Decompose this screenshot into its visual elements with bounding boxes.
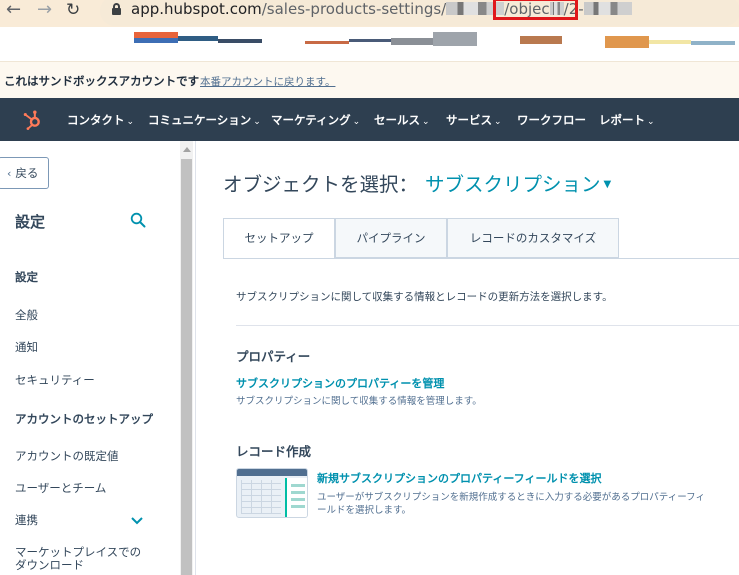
record-creation-description-line2: ールドを選択します。 — [317, 505, 412, 516]
tab-setup[interactable]: セットアップ — [223, 218, 335, 259]
manage-properties-link[interactable]: サブスクリプションのプロパティーを管理 — [236, 375, 444, 391]
return-to-production-link[interactable]: 本番アカウントに戻ります。 — [200, 74, 335, 89]
record-form-thumbnail — [236, 468, 308, 518]
sandbox-text: これはサンドボックスアカウントです — [4, 74, 200, 88]
bookmark-redacted[interactable] — [691, 41, 735, 45]
nav-label: コンタクト — [67, 113, 125, 127]
forward-arrow-icon[interactable]: → — [37, 1, 52, 19]
nav-contacts[interactable]: コンタクト ⌄ — [67, 112, 134, 128]
nav-label: ワークフロー — [517, 113, 586, 127]
sidebar-item-integrations[interactable]: 連携 — [15, 512, 38, 528]
browser-toolbar: ← → ↻ app.hubspot.com/sales-products-set… — [0, 0, 739, 27]
bookmark-redacted[interactable] — [134, 38, 178, 43]
bookmark-redacted[interactable] — [649, 40, 691, 44]
chevron-down-icon: ⌄ — [253, 117, 261, 127]
record-creation-description-line1: ユーザーがサブスクリプションを新規作成するときに入力する必要があるプロパティーフ… — [317, 492, 705, 503]
bookmark-redacted[interactable] — [349, 39, 391, 42]
back-arrow-icon[interactable]: ← — [6, 1, 21, 19]
sidebar-scrollbar[interactable] — [180, 141, 193, 575]
sandbox-banner: これはサンドボックスアカウントです 本番アカウントに戻ります。 — [0, 61, 739, 98]
sidebar-item-users-teams[interactable]: ユーザーとチーム — [15, 480, 106, 496]
lock-icon[interactable] — [112, 3, 121, 15]
nav-label: レポート — [599, 113, 645, 127]
scroll-up-arrow-icon[interactable] — [183, 147, 191, 152]
settings-sidebar: ‹ 戻る 設定 設定 全般 通知 セキュリティー アカウントのセットアップ アカウ… — [0, 141, 196, 575]
nav-marketing[interactable]: マーケティング ⌄ — [271, 112, 360, 128]
chevron-down-icon: ⌄ — [494, 117, 502, 127]
page-title: オブジェクトを選択： — [223, 173, 419, 196]
tab-record-customization[interactable]: レコードのカスタマイズ — [447, 218, 619, 258]
tab-underline — [223, 258, 739, 259]
chevron-down-icon[interactable] — [131, 517, 143, 525]
sidebar-item-security[interactable]: セキュリティー — [15, 372, 95, 388]
manage-properties-description: サブスクリプションに関して収集する情報を管理します。 — [236, 396, 482, 407]
top-navigation: コンタクト ⌄ コミュニケーション ⌄ マーケティング ⌄ セールス ⌄ サービス ⌄ ワ… — [0, 98, 739, 141]
bookmark-redacted[interactable] — [218, 39, 262, 43]
nav-service[interactable]: サービス ⌄ — [446, 112, 502, 128]
nav-label: マーケティング — [271, 113, 351, 127]
caret-down-icon: ▼ — [603, 179, 612, 190]
nav-label: サービス — [446, 113, 492, 127]
sidebar-item-account-defaults[interactable]: アカウントの既定値 — [15, 448, 119, 464]
sidebar-section-account-setup: アカウントのセットアップ — [15, 412, 153, 426]
tab-pipelines[interactable]: パイプライン — [335, 218, 447, 258]
bookmark-redacted[interactable] — [391, 38, 433, 45]
search-icon[interactable] — [130, 212, 146, 228]
sidebar-section-settings: 設定 — [15, 270, 38, 284]
back-button[interactable]: ‹ 戻る — [0, 157, 49, 189]
url-host: app.hubspot.com — [131, 0, 262, 18]
bookmarks-bar — [0, 27, 739, 61]
chevron-down-icon: ⌄ — [422, 117, 430, 127]
nav-label: コミュニケーション — [148, 113, 252, 127]
divider — [236, 325, 739, 326]
url-path: /sales-products-settings/ — [261, 0, 447, 18]
object-selected: サブスクリプション — [425, 173, 601, 196]
back-label: 戻る — [15, 166, 39, 180]
sidebar-item-marketplace-line2[interactable]: ダウンロード — [15, 557, 84, 573]
nav-label: セールス — [374, 113, 420, 127]
sidebar-item-notifications[interactable]: 通知 — [15, 339, 38, 355]
chevron-left-icon: ‹ — [7, 167, 12, 180]
bookmark-redacted[interactable] — [305, 41, 349, 44]
bookmark-redacted[interactable] — [433, 32, 477, 46]
nav-reports[interactable]: レポート ⌄ — [599, 112, 655, 128]
nav-communications[interactable]: コミュニケーション ⌄ — [148, 112, 261, 128]
reload-icon[interactable]: ↻ — [66, 1, 80, 19]
nav-sales[interactable]: セールス ⌄ — [374, 112, 430, 128]
scrollbar-thumb[interactable] — [181, 159, 192, 575]
sidebar-item-general[interactable]: 全般 — [15, 307, 38, 323]
record-creation-heading: レコード作成 — [236, 444, 312, 459]
properties-heading: プロパティー — [236, 349, 311, 364]
redacted-object-id — [583, 2, 632, 15]
bookmark-redacted[interactable] — [605, 36, 649, 48]
bookmark-redacted[interactable] — [520, 36, 562, 44]
bookmark-redacted[interactable] — [178, 36, 218, 41]
object-selector-dropdown[interactable]: サブスクリプション ▼ — [425, 168, 611, 197]
chevron-down-icon: ⌄ — [352, 117, 361, 127]
hubspot-logo-icon[interactable] — [22, 109, 44, 131]
chevron-down-icon: ⌄ — [126, 117, 135, 127]
highlight-box — [493, 0, 578, 20]
nav-workflows[interactable]: ワークフロー — [517, 112, 586, 128]
main-content: オブジェクトを選択： サブスクリプション ▼ セットアップ パイプライン レコード… — [197, 141, 739, 575]
setup-description: サブスクリプションに関して収集する情報とレコードの更新方法を選択します。 — [236, 291, 613, 303]
chevron-down-icon: ⌄ — [647, 117, 655, 127]
sidebar-title: 設定 — [15, 213, 46, 231]
select-property-fields-link[interactable]: 新規サブスクリプションのプロパティーフィールドを選択 — [317, 470, 601, 486]
